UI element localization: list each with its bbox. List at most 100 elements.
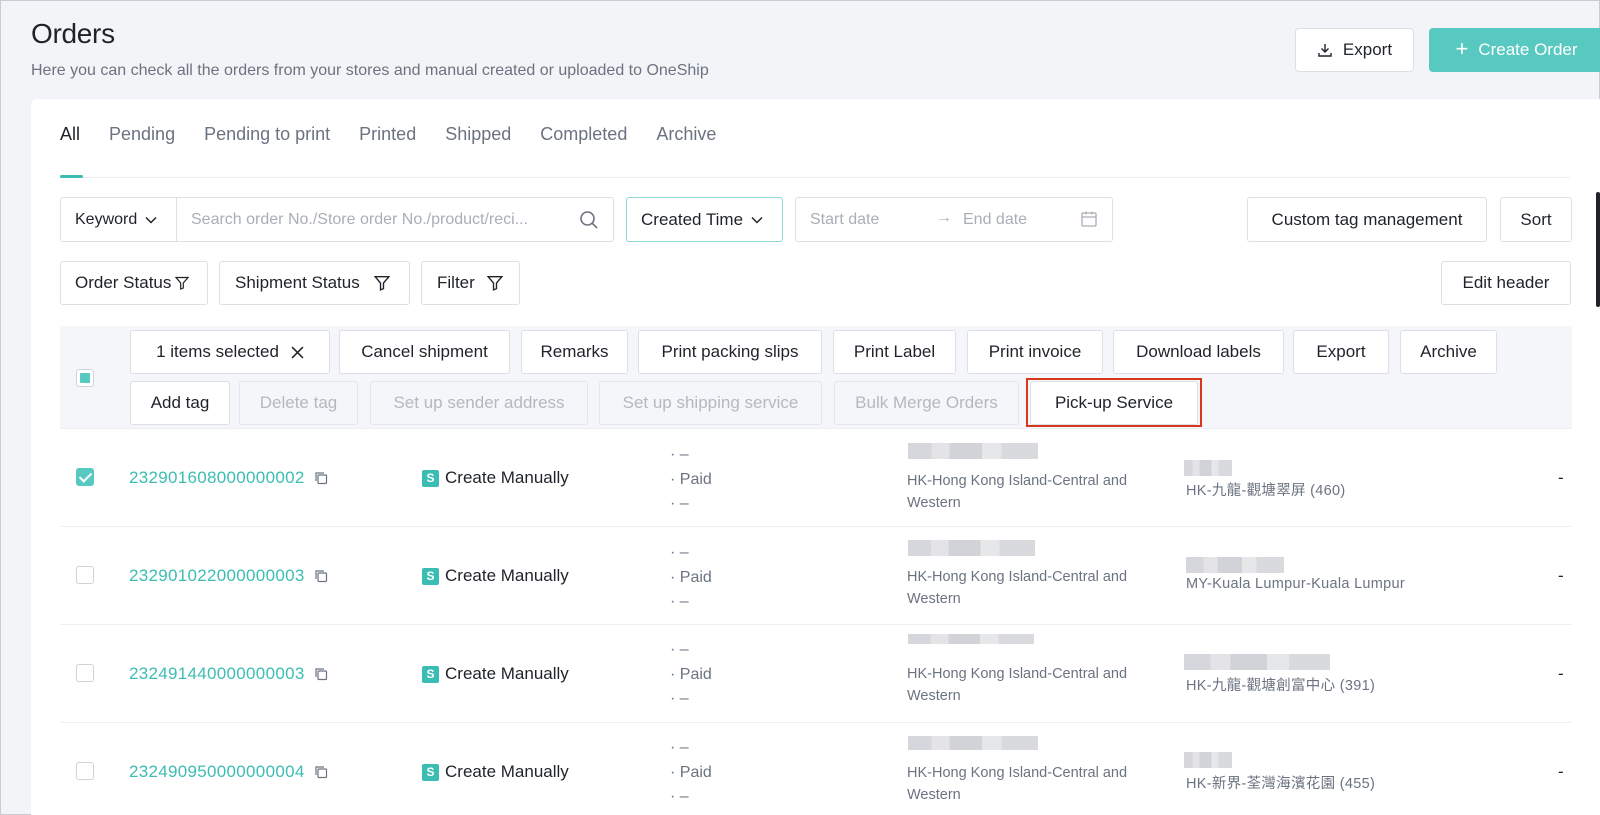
row-extra-value: - <box>1558 566 1564 585</box>
source-label: Create Manually <box>445 566 569 585</box>
custom-tag-management-button[interactable]: Custom tag management <box>1247 197 1487 242</box>
row-extra-value: - <box>1558 468 1564 487</box>
status-list: · – · Paid · – <box>670 736 712 810</box>
row-checkbox[interactable] <box>76 762 94 780</box>
copy-icon[interactable] <box>314 667 328 681</box>
search-input[interactable] <box>191 210 571 229</box>
origin-address: HK-Hong Kong Island-Central and Western <box>907 666 1128 704</box>
source-label: Create Manually <box>445 468 569 487</box>
items-selected-label: 1 items selected <box>156 342 279 361</box>
page-title: Orders <box>31 18 115 49</box>
tab-completed[interactable]: Completed <box>540 112 627 161</box>
active-tab-indicator <box>60 175 83 178</box>
print-label-button[interactable]: Print Label <box>833 330 956 374</box>
row-checkbox[interactable] <box>76 468 94 486</box>
order-number[interactable]: 232901022000000003 <box>129 566 328 586</box>
store-badge-icon: S <box>422 567 439 585</box>
date-range-picker[interactable]: Start date → End date <box>795 197 1113 242</box>
tab-archive[interactable]: Archive <box>656 112 716 161</box>
end-date-input[interactable]: End date <box>963 211 1027 229</box>
origin-address: HK-Hong Kong Island-Central and Western <box>907 765 1128 803</box>
search-icon[interactable] <box>579 210 599 230</box>
export-selected-button[interactable]: Export <box>1293 330 1389 374</box>
remarks-button[interactable]: Remarks <box>521 330 628 374</box>
row-checkbox[interactable] <box>76 566 94 584</box>
keyword-select[interactable]: Keyword <box>60 197 177 242</box>
edit-header-button[interactable]: Edit header <box>1441 261 1571 305</box>
status-tabs: All Pending Pending to print Printed Shi… <box>60 112 716 161</box>
status-list: · – · Paid · – <box>670 541 712 615</box>
items-selected-chip[interactable]: 1 items selected <box>130 330 330 374</box>
set-up-shipping-service-button[interactable]: Set up shipping service <box>599 381 822 425</box>
tab-pending-to-print[interactable]: Pending to print <box>204 112 330 161</box>
store-badge-icon: S <box>422 763 439 781</box>
keyword-label: Keyword <box>75 210 138 228</box>
delete-tag-button[interactable]: Delete tag <box>239 381 358 425</box>
origin-address: HK-Hong Kong Island-Central and Western <box>907 569 1128 607</box>
destination-address: HK-九龍-觀塘創富中心 (391) <box>1186 678 1376 694</box>
order-number[interactable]: 232491440000000003 <box>129 664 328 684</box>
order-source: S Create Manually <box>422 468 569 488</box>
tab-printed[interactable]: Printed <box>359 112 416 161</box>
order-number[interactable]: 232490950000000004 <box>129 762 328 782</box>
close-icon[interactable] <box>291 346 304 359</box>
sort-label: Sort <box>1520 209 1552 229</box>
created-time-select[interactable]: Created Time <box>626 197 783 242</box>
download-labels-button[interactable]: Download labels <box>1113 330 1284 374</box>
chevron-down-icon <box>751 216 763 224</box>
payment-status: · Paid <box>670 763 712 781</box>
order-number-text[interactable]: 232901608000000002 <box>129 468 305 488</box>
tab-shipped[interactable]: Shipped <box>445 112 511 161</box>
origin-address: HK-Hong Kong Island-Central and Western <box>907 473 1128 511</box>
create-order-button[interactable]: + Create Order <box>1429 28 1600 72</box>
chevron-down-icon <box>145 216 157 224</box>
store-badge-icon: S <box>422 665 439 683</box>
order-status-filter[interactable]: Order Status <box>60 261 208 305</box>
redacted-sender <box>908 634 1034 644</box>
tab-pending[interactable]: Pending <box>109 112 175 161</box>
order-source: S Create Manually <box>422 762 569 782</box>
copy-icon[interactable] <box>314 569 328 583</box>
page-subtitle: Here you can check all the orders from y… <box>31 62 709 79</box>
table-row: 232901608000000002 S Create Manually · –… <box>60 430 1572 527</box>
shipment-status-filter[interactable]: Shipment Status <box>219 261 410 305</box>
bulk-merge-orders-button[interactable]: Bulk Merge Orders <box>834 381 1019 425</box>
print-invoice-button[interactable]: Print invoice <box>967 330 1103 374</box>
funnel-icon <box>175 276 190 290</box>
payment-status: · Paid <box>670 665 712 683</box>
funnel-icon <box>373 276 390 291</box>
print-packing-slips-button[interactable]: Print packing slips <box>638 330 822 374</box>
order-number-text[interactable]: 232490950000000004 <box>129 762 305 782</box>
export-top-button[interactable]: Export <box>1295 28 1414 72</box>
order-number[interactable]: 232901608000000002 <box>129 468 328 488</box>
copy-icon[interactable] <box>314 765 328 779</box>
add-tag-button[interactable]: Add tag <box>130 381 230 425</box>
redacted-sender <box>908 540 1035 556</box>
pick-up-service-button[interactable]: Pick-up Service <box>1030 381 1198 425</box>
status-item: · – <box>670 593 689 610</box>
redacted-recipient <box>1184 654 1330 670</box>
sort-button[interactable]: Sort <box>1500 197 1572 242</box>
order-status-label: Order Status <box>75 273 172 292</box>
filter-button[interactable]: Filter <box>421 261 520 305</box>
archive-button[interactable]: Archive <box>1400 330 1497 374</box>
scrollbar-thumb[interactable] <box>1596 192 1600 307</box>
order-number-text[interactable]: 232901022000000003 <box>129 566 305 586</box>
select-all-checkbox[interactable] <box>76 369 94 387</box>
search-field[interactable] <box>176 197 614 242</box>
created-time-label: Created Time <box>641 209 744 229</box>
set-up-sender-address-button[interactable]: Set up sender address <box>370 381 588 425</box>
status-list: · – · Paid · – <box>670 638 712 712</box>
order-number-text[interactable]: 232491440000000003 <box>129 664 305 684</box>
tab-all[interactable]: All <box>60 112 80 161</box>
table-row: 232490950000000004 S Create Manually · –… <box>60 724 1572 815</box>
copy-icon[interactable] <box>314 471 328 485</box>
destination-address: HK-新界-荃灣海濱花園 (455) <box>1186 776 1376 792</box>
destination-address: MY-Kuala Lumpur-Kuala Lumpur <box>1186 576 1406 592</box>
cancel-shipment-button[interactable]: Cancel shipment <box>339 330 510 374</box>
start-date-input[interactable]: Start date <box>810 211 879 229</box>
order-source: S Create Manually <box>422 566 569 586</box>
row-checkbox[interactable] <box>76 664 94 682</box>
row-extra-value: - <box>1558 762 1564 781</box>
plus-icon: + <box>1455 36 1469 61</box>
